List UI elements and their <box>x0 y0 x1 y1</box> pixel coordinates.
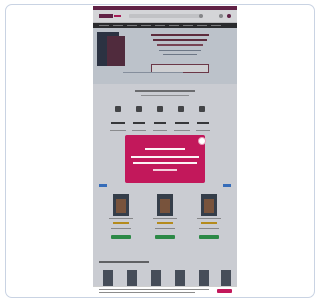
popup-link[interactable] <box>153 169 177 171</box>
close-icon[interactable] <box>198 137 206 145</box>
website-viewport[interactable] <box>93 6 237 296</box>
cookie-consent-bar <box>93 286 237 296</box>
cookie-text-line <box>99 292 195 293</box>
popup-text-line <box>133 162 197 164</box>
popup-heading-line <box>145 148 185 150</box>
promo-popup <box>125 135 205 183</box>
cookie-text-line <box>99 289 209 290</box>
accept-cookies-button[interactable] <box>217 289 232 293</box>
popup-text-line <box>131 156 199 158</box>
